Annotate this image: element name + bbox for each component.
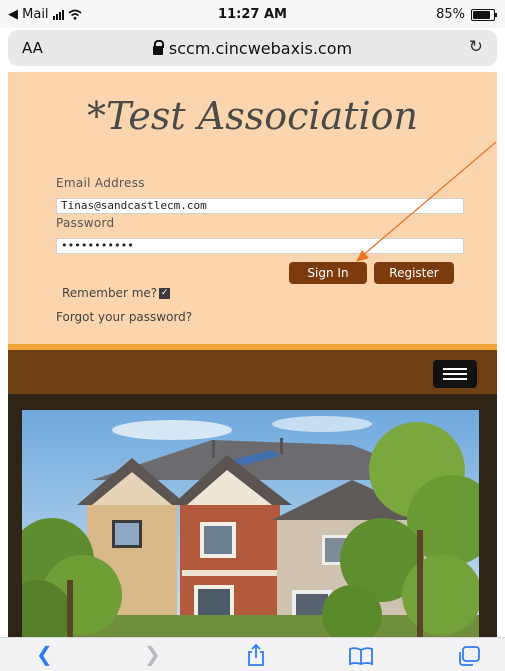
chevron-right-icon[interactable]: ❯ — [144, 642, 161, 666]
address-bar[interactable]: AA sccm.cincwebaxis.com ↻ — [8, 30, 497, 66]
battery-icon — [471, 8, 497, 21]
clock: 11:27 AM — [218, 7, 287, 22]
url-field[interactable]: sccm.cincwebaxis.com — [8, 39, 497, 58]
web-page: *Test Association Email Address Tinas@sa… — [8, 72, 497, 637]
status-bar: ◀ Mail 11:27 AM 85% — [0, 0, 505, 28]
tabs-icon[interactable] — [456, 645, 482, 667]
browser-toolbar: ❮ ❯ — [0, 637, 505, 671]
townhouse-photo — [22, 410, 479, 637]
annotation-arrow — [356, 141, 497, 262]
share-icon[interactable] — [245, 643, 267, 667]
reload-icon[interactable]: ↻ — [469, 37, 483, 57]
url-text: sccm.cincwebaxis.com — [168, 39, 353, 58]
status-right: 85% — [436, 7, 497, 22]
battery-percent: 85% — [436, 7, 465, 22]
chevron-left-icon[interactable]: ❮ — [36, 642, 53, 666]
hamburger-menu-icon[interactable] — [433, 360, 477, 388]
lock-icon — [152, 40, 164, 55]
book-icon[interactable] — [348, 646, 374, 666]
site-navbar — [8, 350, 497, 394]
